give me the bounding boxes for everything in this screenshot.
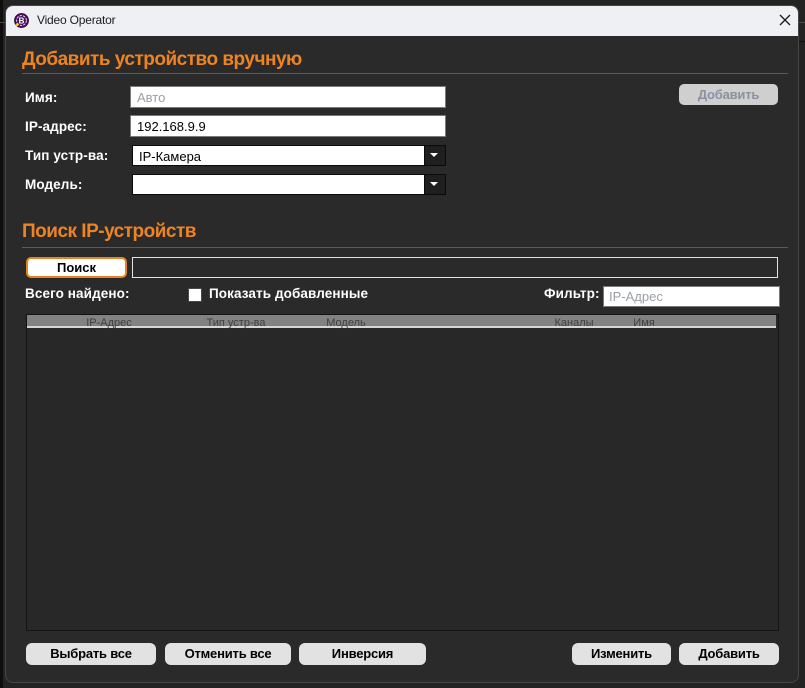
svg-text:B: B — [19, 16, 25, 25]
